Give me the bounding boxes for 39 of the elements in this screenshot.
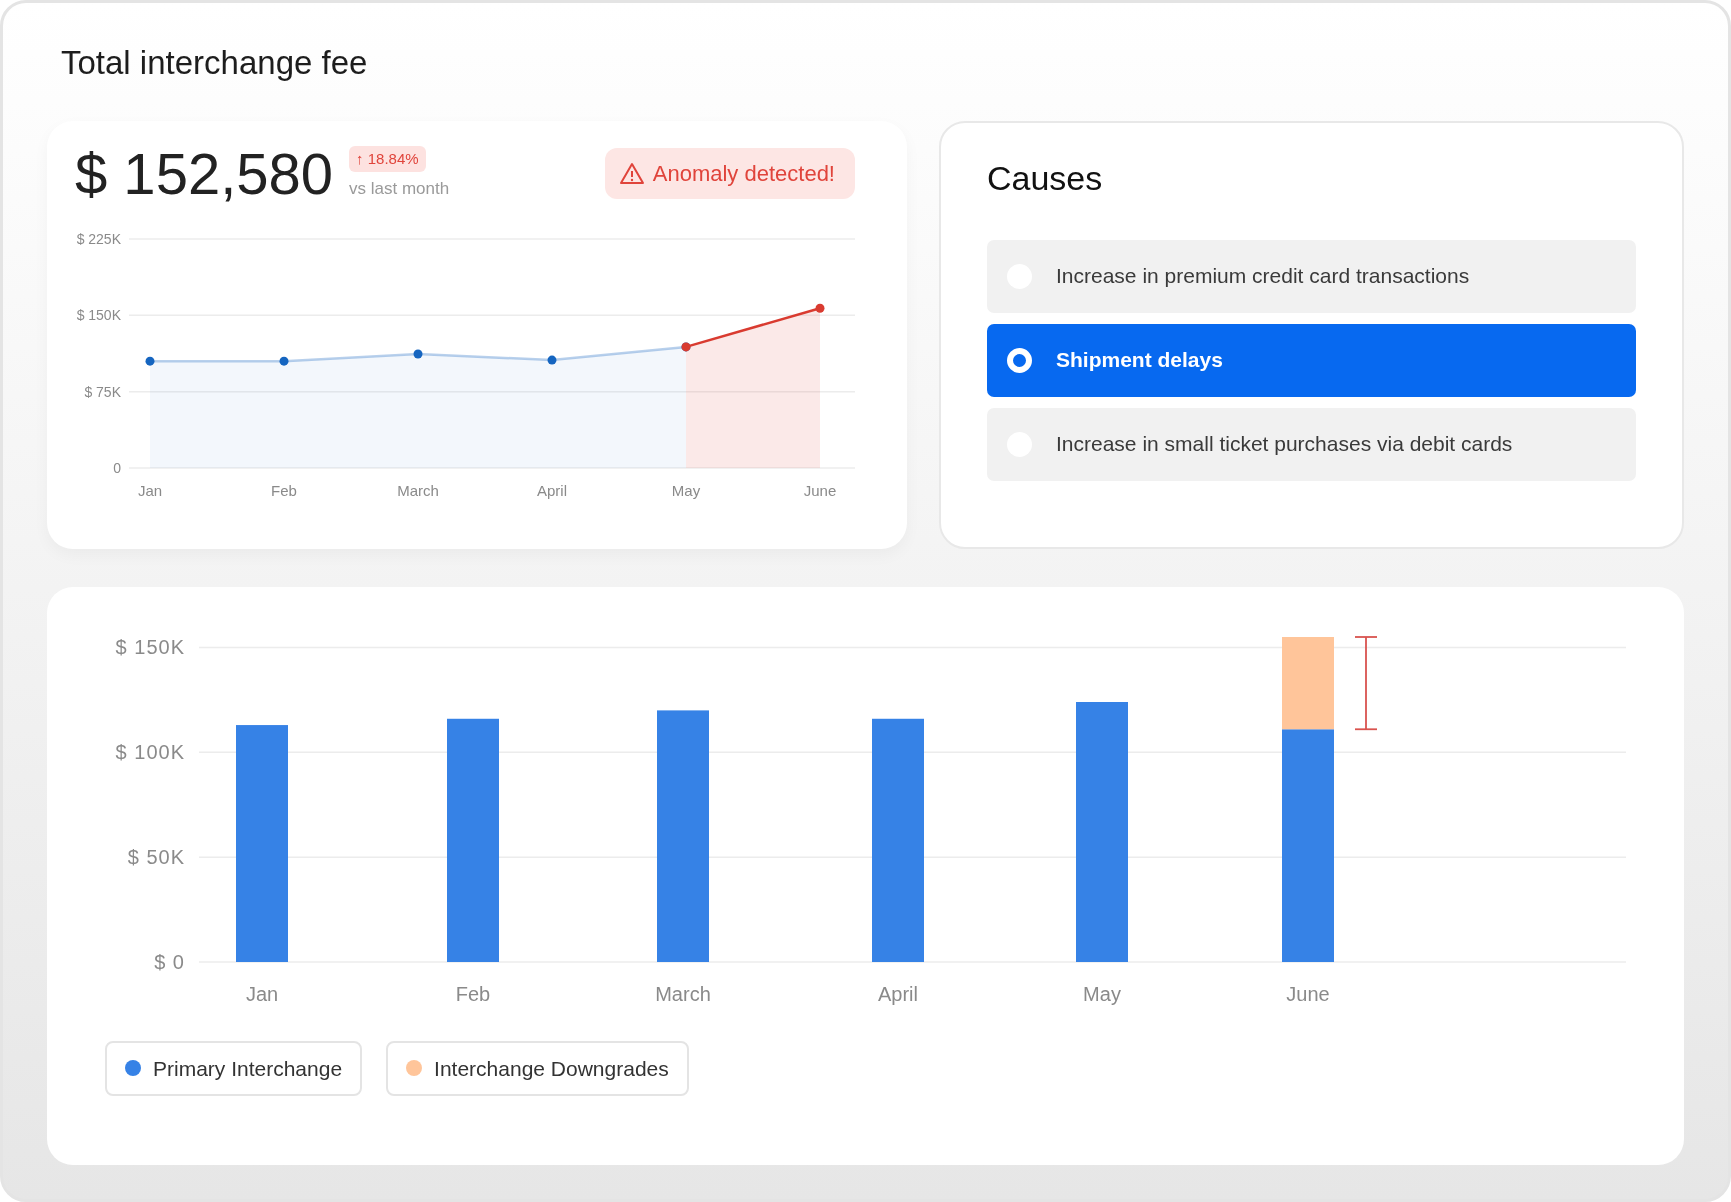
axis-label: $ 75K	[84, 383, 121, 400]
alert-text: Anomaly detected!	[652, 160, 835, 189]
cause-option[interactable]: Increase in premium credit card transactions	[987, 239, 1636, 313]
axis-label: Feb	[455, 982, 491, 1005]
axis-label: April	[878, 982, 918, 1005]
legend-dot	[125, 1060, 141, 1077]
axis-label: Feb	[271, 481, 297, 499]
axis-label: $ 0	[154, 950, 185, 973]
axis-label: June	[803, 481, 837, 499]
warning-icon	[618, 161, 645, 186]
card-title: Causes	[987, 157, 1104, 199]
page-title: Total interchange fee	[61, 43, 369, 83]
cause-option[interactable]: Shipment delays	[987, 323, 1636, 397]
change-badge: ↑ 18.84%	[349, 145, 426, 173]
data-point	[145, 356, 155, 366]
total-amount: $ 152,580	[75, 144, 334, 203]
axis-label: April	[537, 481, 567, 499]
axis-label: March	[655, 982, 711, 1005]
data-point	[413, 349, 423, 359]
axis-label: Jan	[245, 982, 279, 1005]
axis-label: June	[1286, 982, 1330, 1005]
data-point	[547, 355, 557, 365]
legend-dot	[406, 1060, 423, 1077]
axis-label: $ 100K	[115, 740, 185, 763]
axis-label: Jan	[137, 481, 163, 499]
axis-label: 0	[113, 459, 121, 476]
axis-label: May	[1083, 982, 1121, 1005]
axis-label: $ 150K	[76, 306, 121, 323]
axis-label: March	[397, 481, 439, 499]
data-point	[279, 356, 289, 366]
cause-option[interactable]: Increase in small ticket purchases via debit cards	[987, 407, 1636, 481]
axis-label: $ 150K	[115, 636, 185, 659]
legend-item: Primary Interchange	[105, 1040, 363, 1097]
change-caption: vs last month	[349, 178, 450, 201]
data-point	[815, 303, 825, 313]
axis-label: $ 50K	[127, 845, 185, 868]
axis-label: May	[671, 481, 701, 499]
legend-item: Interchange Downgrades	[386, 1040, 689, 1097]
axis-label: $ 225K	[76, 230, 121, 247]
